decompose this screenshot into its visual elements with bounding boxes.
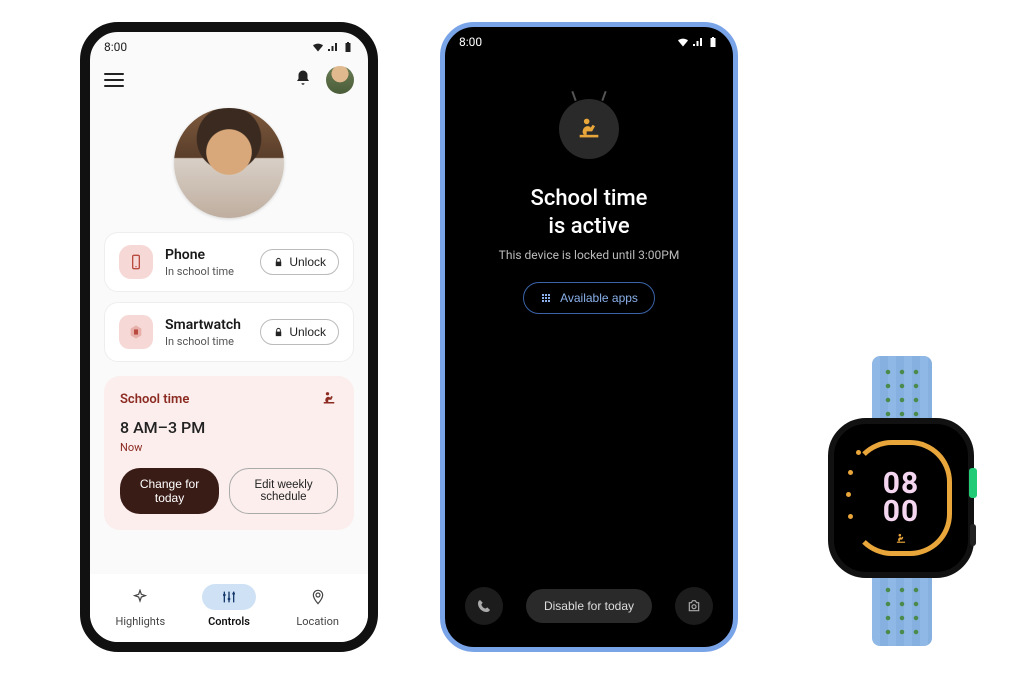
camera-button[interactable] bbox=[675, 587, 713, 625]
smartwatch-mockup: 08 00 bbox=[816, 356, 986, 646]
status-icons bbox=[312, 41, 354, 53]
nav-location[interactable]: Location bbox=[291, 584, 345, 628]
watch-device-icon bbox=[119, 315, 153, 349]
camera-icon bbox=[686, 598, 702, 614]
lock-icon bbox=[273, 257, 284, 268]
school-time-range: 8 AM–3 PM bbox=[120, 418, 338, 437]
child-phone-lockscreen: 8:00 School time is active This device i… bbox=[440, 22, 738, 652]
sparkle-icon bbox=[132, 589, 148, 605]
unlock-button[interactable]: Unlock bbox=[260, 319, 339, 345]
battery-icon bbox=[342, 41, 354, 53]
watch-band-bottom bbox=[872, 574, 932, 646]
phone-device-icon bbox=[119, 245, 153, 279]
wifi-icon bbox=[677, 36, 689, 48]
device-card-phone[interactable]: Phone In school time Unlock bbox=[104, 232, 354, 292]
status-time: 8:00 bbox=[104, 40, 127, 54]
available-apps-button[interactable]: Available apps bbox=[523, 282, 655, 314]
battery-icon bbox=[707, 36, 719, 48]
signal-icon bbox=[327, 41, 339, 53]
watch-case: 08 00 bbox=[828, 418, 974, 578]
apps-grid-icon bbox=[540, 292, 552, 304]
lock-icon bbox=[273, 327, 284, 338]
status-icons bbox=[677, 36, 719, 48]
device-status: In school time bbox=[165, 335, 248, 348]
edit-weekly-schedule-button[interactable]: Edit weekly schedule bbox=[229, 468, 338, 514]
lock-heading: School time is active bbox=[531, 185, 648, 240]
device-card-smartwatch[interactable]: Smartwatch In school time Unlock bbox=[104, 302, 354, 362]
parent-avatar[interactable] bbox=[326, 66, 354, 94]
phone-icon bbox=[476, 598, 492, 614]
menu-icon[interactable] bbox=[104, 73, 124, 87]
signal-icon bbox=[692, 36, 704, 48]
watch-crown bbox=[969, 468, 977, 498]
device-title: Smartwatch bbox=[165, 317, 248, 333]
child-profile-photo[interactable] bbox=[174, 108, 284, 218]
school-time-title: School time bbox=[120, 392, 189, 407]
school-time-icon bbox=[559, 99, 619, 159]
nav-highlights[interactable]: Highlights bbox=[113, 584, 167, 628]
school-time-watch-icon bbox=[894, 531, 908, 550]
bottom-nav: Highlights Controls Location bbox=[90, 574, 368, 642]
phone-call-button[interactable] bbox=[465, 587, 503, 625]
location-pin-icon bbox=[310, 589, 326, 605]
watch-face[interactable]: 08 00 bbox=[846, 436, 956, 560]
status-bar: 8:00 bbox=[445, 27, 733, 53]
watch-side-button bbox=[970, 524, 976, 546]
notifications-icon[interactable] bbox=[294, 69, 312, 91]
unlock-button[interactable]: Unlock bbox=[260, 249, 339, 275]
disable-for-today-button[interactable]: Disable for today bbox=[526, 589, 652, 623]
device-status: In school time bbox=[165, 265, 248, 278]
student-desk-icon bbox=[320, 390, 338, 408]
change-for-today-button[interactable]: Change for today bbox=[120, 468, 219, 514]
school-time-now: Now bbox=[120, 441, 338, 454]
nav-controls[interactable]: Controls bbox=[202, 584, 256, 628]
school-time-card: School time 8 AM–3 PM Now Change for tod… bbox=[104, 376, 354, 530]
app-topbar bbox=[90, 58, 368, 98]
device-title: Phone bbox=[165, 247, 248, 263]
sliders-icon bbox=[221, 589, 237, 605]
wifi-icon bbox=[312, 41, 324, 53]
lock-subtext: This device is locked until 3:00PM bbox=[499, 248, 680, 262]
parental-phone-mockup: 8:00 Phone In school t bbox=[80, 22, 378, 652]
status-bar: 8:00 bbox=[90, 32, 368, 58]
status-time: 8:00 bbox=[459, 35, 482, 49]
